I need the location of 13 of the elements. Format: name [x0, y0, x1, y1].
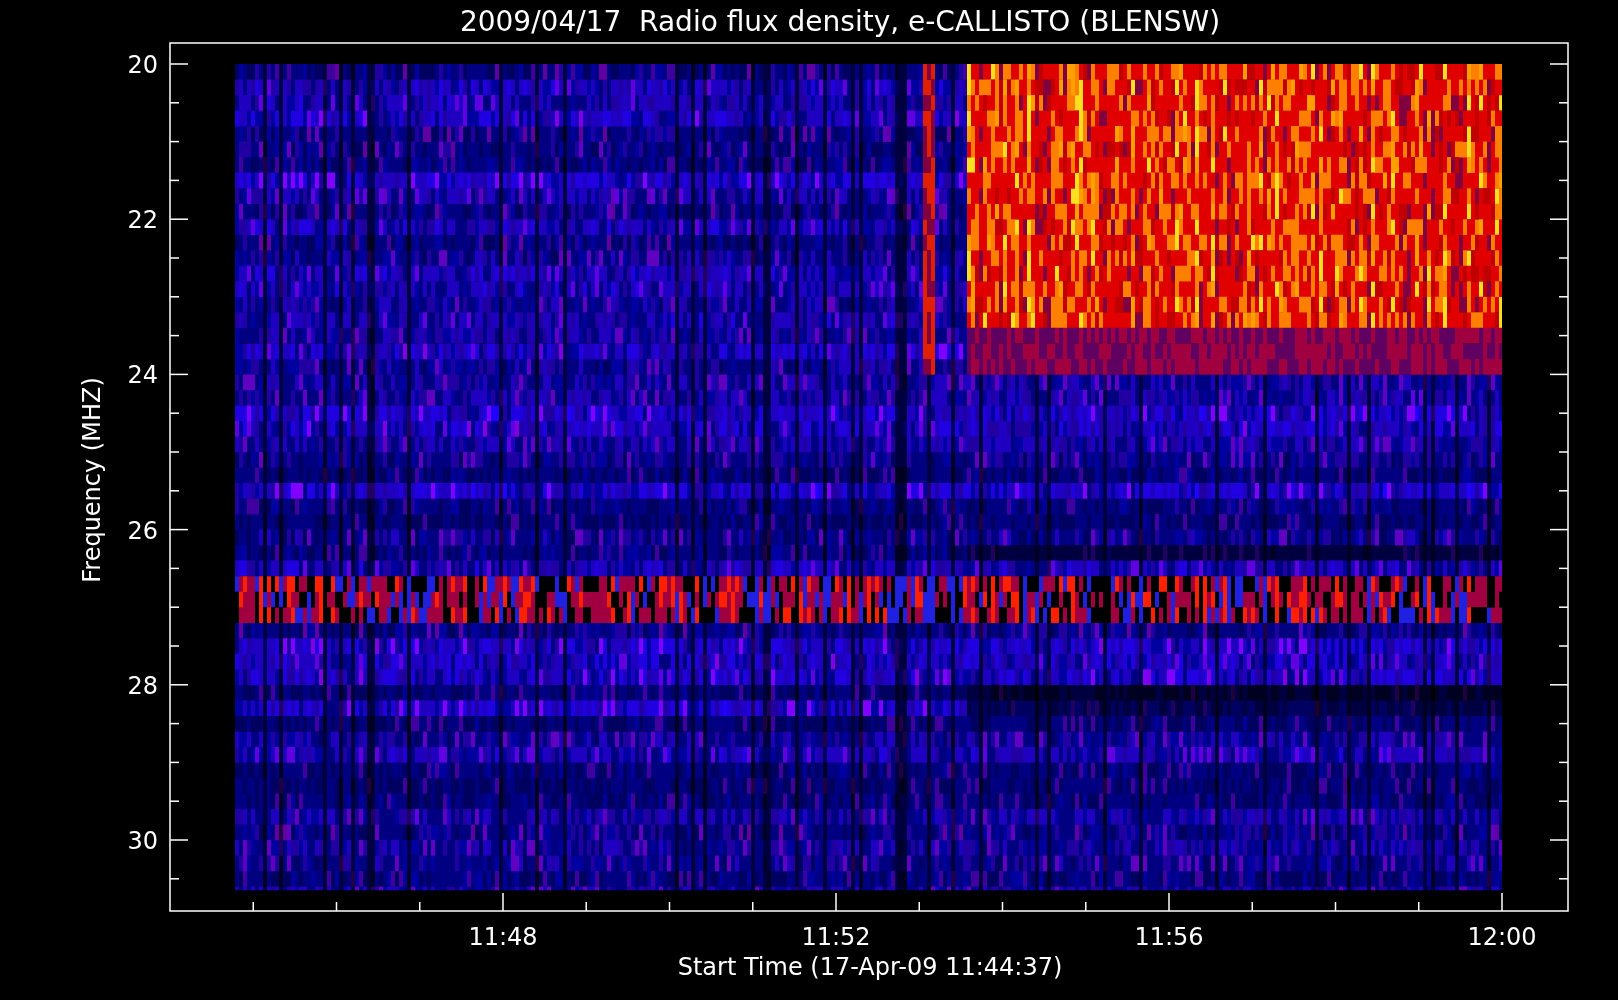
x-tick-label: 11:48 — [468, 923, 538, 951]
x-tick-label: 12:00 — [1467, 923, 1537, 951]
y-tick-label: 26 — [127, 516, 158, 545]
x-axis-label: Start Time (17-Apr-09 11:44:37) — [677, 953, 1063, 981]
x-tick-label: 11:56 — [1134, 923, 1204, 951]
x-tick-label: 11:52 — [801, 923, 871, 951]
y-tick-label: 20 — [127, 51, 158, 79]
y-tick-label: 24 — [127, 361, 158, 390]
y-axis-label: Frequency (MHZ) — [78, 377, 106, 583]
y-tick-label: 30 — [127, 827, 158, 855]
y-tick-label: 28 — [127, 671, 158, 700]
y-tick-label: 22 — [127, 206, 158, 235]
chart-title: 2009/04/17 Radio flux density, e-CALLISTO (BLENSW) — [459, 5, 1221, 38]
